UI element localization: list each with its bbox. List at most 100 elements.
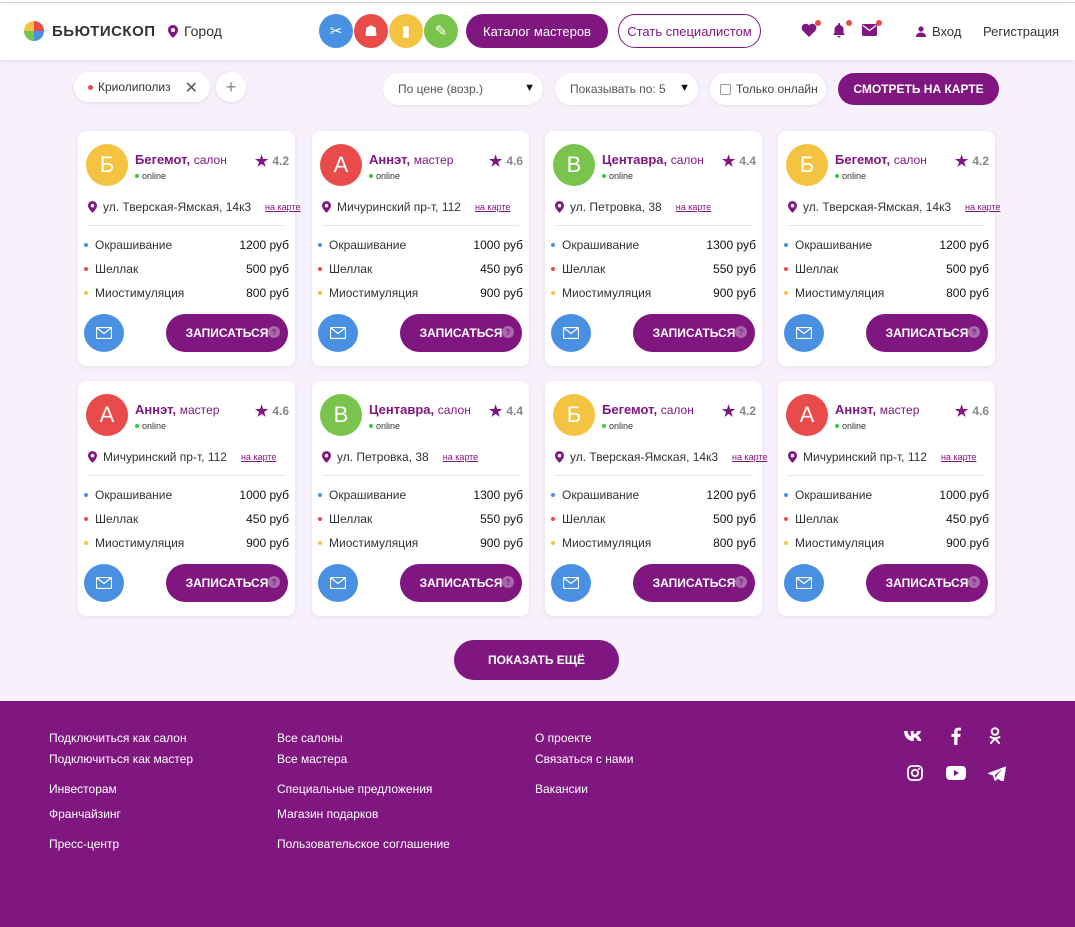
specialist-name[interactable]: Центавра, салон (602, 152, 704, 167)
footer-link[interactable]: Магазин подарков (277, 807, 378, 821)
on-map-link[interactable]: на карте (443, 452, 478, 462)
cake-icon[interactable]: ☗ (354, 14, 388, 48)
show-on-map-button[interactable]: СМОТРЕТЬ НА КАРТЕ (838, 73, 999, 105)
book-button[interactable]: ЗАПИСАТЬСЯ ? (866, 314, 988, 352)
filter-chip[interactable]: Криолиполиз ✕ (74, 72, 210, 102)
footer-link[interactable]: Подключиться как мастер (49, 752, 193, 766)
specialist-card[interactable]: А Аннэт, мастер online ★ 4.6 Мичуринский … (778, 381, 995, 616)
city-selector[interactable]: Город (168, 23, 222, 39)
footer-link[interactable]: О проекте (535, 731, 592, 745)
avatar-letter: Б (566, 402, 582, 427)
footer-link[interactable]: Все салоны (277, 731, 343, 745)
on-map-link[interactable]: на карте (676, 202, 711, 212)
book-button[interactable]: ЗАПИСАТЬСЯ ? (166, 314, 288, 352)
on-map-link[interactable]: на карте (475, 202, 510, 212)
user-icon (916, 26, 926, 37)
message-button[interactable] (784, 564, 824, 602)
footer-link[interactable]: Подключиться как салон (49, 731, 187, 745)
message-button[interactable] (318, 564, 358, 602)
footer-link[interactable]: Вакансии (535, 782, 588, 796)
per-page-select[interactable]: Показывать по: 5 ▼ (555, 73, 698, 105)
messages-envelope-icon[interactable] (862, 20, 882, 39)
book-button[interactable]: ЗАПИСАТЬСЯ ? (633, 564, 755, 602)
help-icon[interactable]: ? (268, 326, 280, 338)
catalog-button[interactable]: Каталог мастеров (466, 14, 608, 48)
online-label: online (609, 421, 634, 431)
specialist-card[interactable]: А Аннэт, мастер online ★ 4.6 Мичуринский … (78, 381, 295, 616)
specialist-name[interactable]: Аннэт, мастер (835, 402, 919, 417)
book-button[interactable]: ЗАПИСАТЬСЯ ? (633, 314, 755, 352)
youtube-icon[interactable] (946, 763, 966, 783)
on-map-link[interactable]: на карте (965, 202, 1000, 212)
book-button[interactable]: ЗАПИСАТЬСЯ ? (166, 564, 288, 602)
book-button[interactable]: ЗАПИСАТЬСЯ ? (866, 564, 988, 602)
help-icon[interactable]: ? (735, 326, 747, 338)
online-only-checkbox[interactable] (720, 83, 731, 95)
book-button[interactable]: ЗАПИСАТЬСЯ ? (400, 314, 522, 352)
message-button[interactable] (84, 564, 124, 602)
footer-link[interactable]: Пользовательское соглашение (277, 837, 450, 851)
on-map-link[interactable]: на карте (941, 452, 976, 462)
specialist-name[interactable]: Аннэт, мастер (135, 402, 219, 417)
specialist-name[interactable]: Бегемот, салон (135, 152, 227, 167)
on-map-link[interactable]: на карте (265, 202, 300, 212)
specialist-name[interactable]: Бегемот, салон (602, 402, 694, 417)
service-price: 1000 руб (239, 488, 289, 502)
divider (88, 475, 285, 476)
specialist-card[interactable]: В Центавра, салон online ★ 4.4 ул. Петров… (312, 381, 529, 616)
sort-select[interactable]: По цене (возр.) ▼ (383, 73, 543, 105)
help-icon[interactable]: ? (968, 576, 980, 588)
message-button[interactable] (551, 314, 591, 352)
become-specialist-button[interactable]: Стать специалистом (618, 14, 761, 48)
telegram-icon[interactable] (987, 763, 1007, 783)
footer-link[interactable]: Все мастера (277, 752, 347, 766)
message-button[interactable] (784, 314, 824, 352)
message-button[interactable] (318, 314, 358, 352)
show-more-button[interactable]: ПОКАЗАТЬ ЕЩЁ (454, 640, 619, 680)
add-filter-button[interactable]: + (216, 72, 246, 102)
message-button[interactable] (551, 564, 591, 602)
nail-polish-icon[interactable]: ▮ (389, 14, 423, 48)
footer-link[interactable]: Специальные предложения (277, 782, 432, 796)
help-icon[interactable]: ? (268, 576, 280, 588)
register-link[interactable]: Регистрация (983, 24, 1059, 39)
specialist-card[interactable]: Б Бегемот, салон online ★ 4.2 ул. Тверска… (778, 131, 1000, 366)
favorites-icon[interactable] (801, 20, 821, 39)
on-map-link[interactable]: на карте (241, 452, 276, 462)
help-icon[interactable]: ? (502, 326, 514, 338)
specialist-name[interactable]: Аннэт, мастер (369, 152, 453, 167)
odnoklassniki-icon[interactable] (985, 726, 1005, 746)
service-name: Шеллак (95, 512, 139, 526)
vk-icon[interactable] (904, 726, 924, 746)
specialist-type: мастер (179, 403, 220, 417)
footer-link[interactable]: Связаться с нами (535, 752, 633, 766)
specialist-name[interactable]: Центавра, салон (369, 402, 471, 417)
specialist-card[interactable]: Б Бегемот, салон online ★ 4.2 ул. Тверска… (78, 131, 300, 366)
logo[interactable]: БЬЮТИСКОП (24, 21, 156, 41)
instagram-icon[interactable] (905, 763, 925, 783)
specialist-card[interactable]: А Аннэт, мастер online ★ 4.6 Мичуринский … (312, 131, 529, 366)
message-button[interactable] (84, 314, 124, 352)
book-button[interactable]: ЗАПИСАТЬСЯ ? (400, 564, 522, 602)
footer-link[interactable]: Инвесторам (49, 782, 117, 796)
book-button-label: ЗАПИСАТЬСЯ (652, 576, 736, 590)
specialist-name[interactable]: Бегемот, салон (835, 152, 927, 167)
notifications-bell-icon[interactable] (832, 20, 852, 39)
close-icon[interactable]: ✕ (185, 78, 198, 98)
help-icon[interactable]: ? (735, 576, 747, 588)
online-only-filter[interactable]: Только онлайн (710, 73, 826, 105)
login-link[interactable]: Вход (916, 24, 961, 39)
specialist-card[interactable]: Б Бегемот, салон online ★ 4.2 ул. Тверска… (545, 381, 767, 616)
online-label: online (142, 171, 167, 181)
specialist-card[interactable]: В Центавра, салон online ★ 4.4 ул. Петров… (545, 131, 762, 366)
footer-link[interactable]: Пресс-центр (49, 837, 119, 851)
rating: ★ 4.2 (955, 152, 989, 170)
footer-link[interactable]: Франчайзинг (49, 807, 121, 821)
spray-icon[interactable]: ✎ (424, 14, 458, 48)
help-icon[interactable]: ? (502, 576, 514, 588)
facebook-icon[interactable] (946, 726, 966, 746)
help-icon[interactable]: ? (968, 326, 980, 338)
online-dot (602, 174, 606, 178)
hair-dryer-icon[interactable]: ✂ (319, 14, 353, 48)
on-map-link[interactable]: на карте (732, 452, 767, 462)
